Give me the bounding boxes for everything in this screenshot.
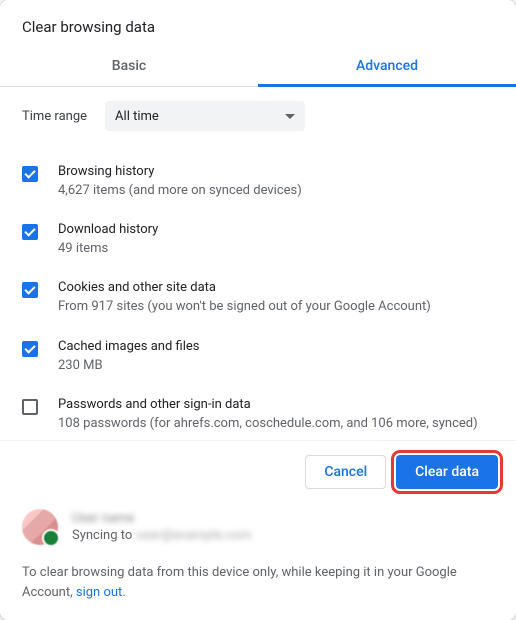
- item-desc: From 917 sites (you won't be signed out …: [58, 298, 494, 316]
- clear-data-button[interactable]: Clear data: [396, 455, 498, 489]
- item-desc: 108 passwords (for ahrefs.com, coschedul…: [58, 415, 494, 433]
- item-desc: 230 MB: [58, 357, 494, 375]
- list-item: Browsing history 4,627 items (and more o…: [22, 153, 494, 211]
- account-row: User name Syncing to user@example.com: [0, 503, 516, 555]
- cancel-button[interactable]: Cancel: [305, 455, 386, 489]
- item-text: Cached images and files 230 MB: [58, 339, 494, 375]
- item-title: Browsing history: [58, 164, 494, 179]
- sign-out-link[interactable]: sign out: [76, 585, 122, 600]
- item-text: Download history 49 items: [58, 222, 494, 258]
- checkbox-cached[interactable]: [22, 341, 38, 357]
- footer-note: To clear browsing data from this device …: [0, 555, 516, 620]
- time-range-value: All time: [115, 109, 159, 124]
- account-email: user@example.com: [136, 528, 251, 543]
- clear-browsing-data-dialog: Clear browsing data Basic Advanced Time …: [0, 0, 516, 620]
- item-desc: 49 items: [58, 240, 494, 258]
- list-item: Passwords and other sign-in data 108 pas…: [22, 386, 494, 441]
- tabs: Basic Advanced: [0, 46, 516, 87]
- item-text: Cookies and other site data From 917 sit…: [58, 280, 494, 316]
- checkbox-browsing-history[interactable]: [22, 166, 38, 182]
- account-syncing: Syncing to user@example.com: [72, 528, 251, 543]
- list-item: Cookies and other site data From 917 sit…: [22, 269, 494, 327]
- dialog-footer: Cancel Clear data: [0, 441, 516, 503]
- item-desc: 4,627 items (and more on synced devices): [58, 182, 494, 200]
- account-name: User name: [72, 511, 251, 526]
- checkbox-passwords[interactable]: [22, 399, 38, 415]
- checkbox-cookies[interactable]: [22, 282, 38, 298]
- chevron-down-icon: [285, 114, 295, 119]
- item-text: Browsing history 4,627 items (and more o…: [58, 164, 494, 200]
- avatar: [22, 509, 58, 545]
- item-title: Download history: [58, 222, 494, 237]
- tab-advanced[interactable]: Advanced: [258, 46, 516, 86]
- list-item: Download history 49 items: [22, 211, 494, 269]
- item-title: Cookies and other site data: [58, 280, 494, 295]
- list-item: Cached images and files 230 MB: [22, 328, 494, 386]
- item-title: Cached images and files: [58, 339, 494, 354]
- time-range-label: Time range: [22, 109, 87, 124]
- item-title: Passwords and other sign-in data: [58, 397, 494, 412]
- dialog-title: Clear browsing data: [0, 0, 516, 46]
- note-suffix: .: [122, 585, 125, 600]
- tab-basic[interactable]: Basic: [0, 46, 258, 86]
- time-range-row: Time range All time: [22, 101, 494, 131]
- item-text: Passwords and other sign-in data 108 pas…: [58, 397, 494, 433]
- time-range-select[interactable]: All time: [105, 101, 305, 131]
- account-text: User name Syncing to user@example.com: [72, 511, 251, 543]
- checkbox-download-history[interactable]: [22, 224, 38, 240]
- dialog-body[interactable]: Time range All time Browsing history 4,6…: [0, 87, 516, 441]
- syncing-label: Syncing to: [72, 528, 132, 543]
